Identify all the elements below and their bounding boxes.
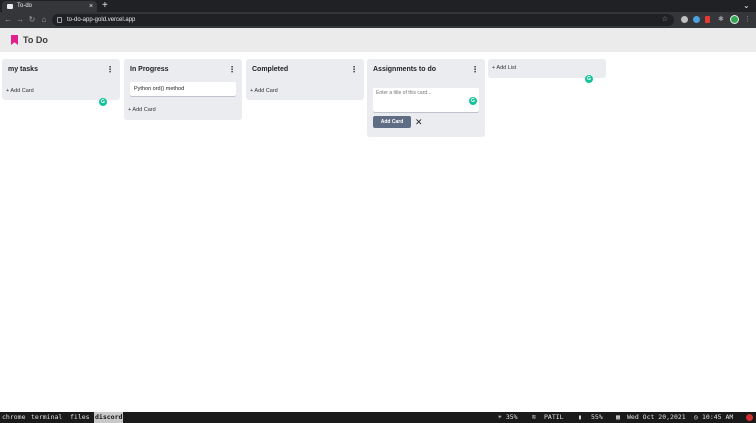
list-title: In Progress [130, 66, 169, 73]
date-text: Wed Oct 20,2021 [627, 413, 686, 421]
tab-search-chevron-icon[interactable]: ⌄ [743, 1, 750, 11]
add-card-submit-button[interactable]: Add Card [373, 116, 411, 128]
list-completed: Completed ⋮ + Add Card [246, 59, 364, 100]
list-in-progress: In Progress ⋮ Python ord() method + Add … [124, 59, 242, 120]
address-bar[interactable]: to-do-app-gold.vercel.app ☆ [52, 14, 674, 26]
grammarly-icon[interactable]: G [99, 98, 107, 106]
workspace-files[interactable]: files [69, 412, 91, 423]
workspace-chrome[interactable]: chrome [1, 412, 26, 423]
list-title: my tasks [8, 66, 38, 73]
wifi-name: PATIL [544, 413, 564, 421]
wifi-icon: ≋ [532, 413, 536, 421]
list-assignments-to-do: Assignments to do ⋮ G Add Card ✕ [367, 59, 485, 137]
back-arrow-icon[interactable]: ← [3, 14, 13, 26]
calendar-icon: ▦ [616, 413, 620, 421]
add-card-button[interactable]: + Add Card [6, 87, 34, 95]
card[interactable]: Python ord() method [130, 82, 236, 96]
brightness-indicator: ☀ 35% [498, 413, 518, 421]
browser-tab[interactable]: To-do × [2, 1, 97, 12]
url-text[interactable]: to-do-app-gold.vercel.app [67, 14, 135, 26]
extension-icon[interactable] [693, 16, 700, 23]
card-title: Python ord() method [134, 86, 185, 92]
os-taskbar: chrome terminal files discord ☀ 35% ≋ PA… [0, 412, 756, 423]
power-icon[interactable] [746, 414, 753, 421]
new-tab-button[interactable]: + [102, 0, 108, 12]
reload-icon[interactable]: ↻ [27, 14, 37, 26]
list-menu-icon[interactable]: ⋮ [106, 65, 114, 75]
tab-title: To-do [17, 3, 33, 9]
list-menu-icon[interactable]: ⋮ [471, 65, 479, 75]
list-title: Completed [252, 66, 289, 73]
app-header: To Do [0, 28, 756, 52]
card-title-input[interactable] [376, 90, 462, 108]
add-card-button[interactable]: + Add Card [128, 106, 156, 114]
browser-toolbar: ← → ↻ ⌂ to-do-app-gold.vercel.app ☆ ✱ ⋮ [0, 12, 756, 28]
bookmark-logo-icon [11, 35, 18, 45]
extensions-puzzle-icon[interactable]: ✱ [718, 14, 724, 26]
forward-arrow-icon[interactable]: → [15, 14, 25, 26]
grammarly-icon[interactable]: G [585, 75, 593, 83]
tab-close-icon[interactable]: × [89, 2, 93, 11]
home-icon[interactable]: ⌂ [39, 14, 49, 26]
workspace-terminal[interactable]: terminal [30, 412, 63, 423]
clock-icon: ◷ [694, 413, 698, 421]
browser-tab-strip: To-do × + ⌄ [0, 0, 756, 12]
list-menu-icon[interactable]: ⋮ [228, 65, 236, 75]
grammarly-icon[interactable]: G [469, 97, 477, 105]
close-composer-icon[interactable]: ✕ [415, 116, 423, 128]
browser-menu-icon[interactable]: ⋮ [744, 14, 751, 26]
list-menu-icon[interactable]: ⋮ [350, 65, 358, 75]
battery-level: 55% [591, 413, 603, 421]
extension-icon[interactable] [705, 16, 710, 23]
time-text: 10:45 AM [702, 413, 734, 421]
profile-avatar[interactable] [730, 15, 739, 24]
add-card-button[interactable]: + Add Card [250, 87, 278, 95]
extension-icon[interactable] [681, 16, 688, 23]
battery-icon: ▮ [578, 413, 582, 421]
bookmark-star-icon[interactable]: ☆ [662, 14, 668, 26]
app-title: To Do [23, 35, 48, 45]
list-title: Assignments to do [373, 66, 437, 73]
workspace-discord[interactable]: discord [94, 412, 124, 423]
lock-icon[interactable] [57, 17, 62, 23]
list-my-tasks: my tasks ⋮ + Add Card [2, 59, 120, 100]
add-list-label: + Add List [492, 65, 517, 71]
tab-favicon-icon [7, 4, 13, 9]
new-card-composer[interactable]: G [373, 88, 479, 112]
